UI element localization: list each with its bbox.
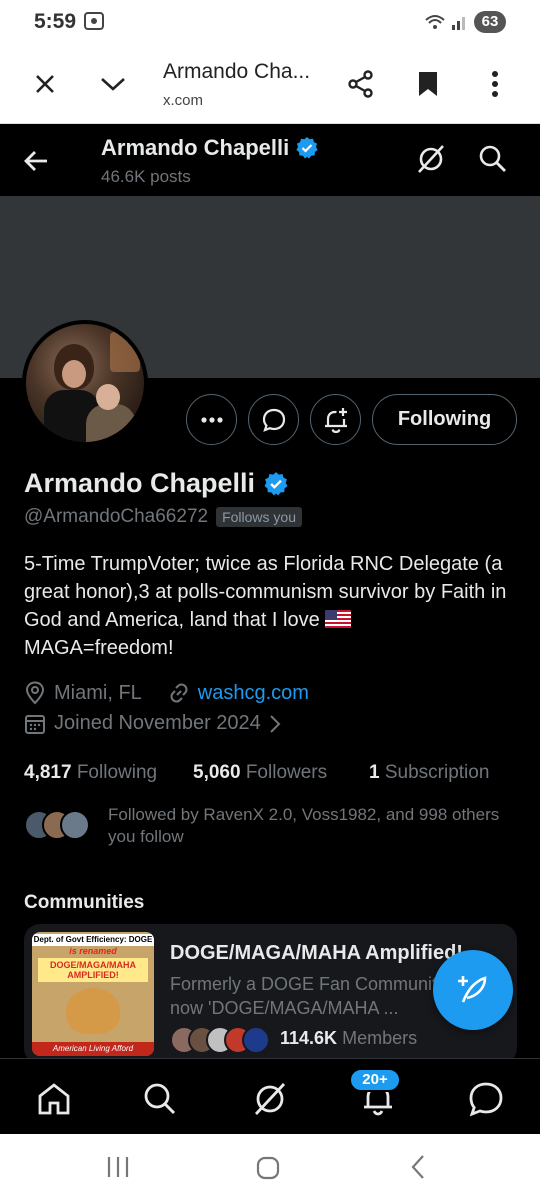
member-avatar xyxy=(242,1026,270,1054)
header-name-text: Armando Chapelli xyxy=(101,135,290,160)
calendar-icon xyxy=(25,714,45,734)
more-vertical-icon xyxy=(492,71,498,97)
back-button[interactable] xyxy=(20,144,54,178)
compose-post-button[interactable] xyxy=(433,950,513,1030)
more-actions-button[interactable] xyxy=(186,394,237,445)
followers-count: 5,060 xyxy=(193,762,241,783)
chat-bubble-icon xyxy=(469,1082,503,1117)
notify-button[interactable] xyxy=(310,394,361,445)
followed-by-text: Followed by RavenX 2.0, Voss1982, and 99… xyxy=(108,805,500,846)
link-icon xyxy=(170,683,188,703)
close-icon xyxy=(36,75,54,93)
minimize-tab-button[interactable] xyxy=(93,64,133,104)
message-button[interactable] xyxy=(248,394,299,445)
community-cover-image: Dept. of Govt Efficiency: DOGE is rename… xyxy=(32,932,154,1056)
share-button[interactable] xyxy=(341,64,381,104)
grok-icon xyxy=(418,145,444,173)
tab-url: x.com xyxy=(163,92,204,109)
battery-indicator: 63 xyxy=(474,11,506,33)
home-icon xyxy=(38,1083,70,1115)
us-flag-emoji xyxy=(325,610,352,628)
status-time: 5:59 xyxy=(34,10,77,33)
profile-name: Armando Chapelli xyxy=(24,468,289,499)
bookmark-icon xyxy=(419,72,437,96)
nav-search[interactable] xyxy=(140,1079,180,1119)
profile-avatar[interactable] xyxy=(22,320,148,446)
recent-apps-icon[interactable] xyxy=(106,1156,130,1178)
header-name: Armando Chapelli xyxy=(101,135,319,161)
cover-text: DOGE/MAGA/MAHA AMPLIFIED! xyxy=(38,958,148,982)
chevron-right-icon xyxy=(270,714,281,733)
post-count: 46.6K posts xyxy=(101,167,191,186)
subscription-count: 1 xyxy=(369,762,380,783)
browser-tab-bar: Armando Cha... x.com xyxy=(0,44,540,124)
cover-text: is renamed xyxy=(69,946,117,956)
following-stat[interactable]: 4,817 Following xyxy=(24,762,157,784)
grok-button[interactable] xyxy=(414,142,448,176)
verified-badge-icon[interactable] xyxy=(263,471,289,497)
members-label: Members xyxy=(342,1028,418,1048)
subscription-label: Subscription xyxy=(384,762,490,783)
home-button-icon[interactable] xyxy=(256,1156,280,1180)
profile-handle: @ArmandoCha66272 Follows you xyxy=(24,506,302,528)
nav-messages[interactable] xyxy=(466,1079,506,1119)
screen-record-icon xyxy=(84,12,104,30)
profile-top-bar: Armando Chapelli 46.6K posts xyxy=(0,124,540,196)
nav-home[interactable] xyxy=(34,1079,74,1119)
chat-bubble-icon xyxy=(262,408,285,432)
tab-title: Armando Cha... xyxy=(163,60,311,83)
notifications-badge: 20+ xyxy=(349,1068,401,1092)
followers-stat[interactable]: 5,060 Followers xyxy=(193,762,327,784)
follows-you-badge: Follows you xyxy=(216,507,302,527)
following-label: Following xyxy=(76,762,158,783)
nav-grok[interactable] xyxy=(250,1079,290,1119)
follower-avatar xyxy=(60,810,90,840)
more-horizontal-icon xyxy=(200,416,223,423)
system-navigation-bar xyxy=(0,1134,540,1200)
wifi-signal-icon xyxy=(425,15,465,30)
handle-text: @ArmandoCha66272 xyxy=(24,506,209,527)
verified-badge-icon xyxy=(296,137,318,159)
website-link[interactable]: washcg.com xyxy=(198,682,309,705)
joined-text: Joined November 2024 xyxy=(54,712,261,734)
communities-heading: Communities xyxy=(24,892,145,913)
profile-bio: 5-Time TrumpVoter; twice as Florida RNC … xyxy=(24,550,524,662)
cover-text: Dept. of Govt Efficiency: DOGE xyxy=(32,934,154,946)
bookmark-button[interactable] xyxy=(408,64,448,104)
status-bar: 5:59 63 xyxy=(0,0,540,44)
following-count: 4,817 xyxy=(24,762,72,783)
bio-text: 5-Time TrumpVoter; twice as Florida RNC … xyxy=(24,553,507,631)
profile-name-text: Armando Chapelli xyxy=(24,468,256,498)
profile-meta-row: Miami, FL washcg.com xyxy=(24,681,309,705)
joined-row[interactable]: Joined November 2024 xyxy=(24,712,281,735)
bio-text-2: MAGA=freedom! xyxy=(24,637,174,659)
doge-image xyxy=(66,988,120,1034)
members-count: 114.6K xyxy=(280,1028,338,1048)
arrow-left-icon xyxy=(24,151,47,171)
close-tab-button[interactable] xyxy=(25,64,65,104)
compose-feather-icon xyxy=(458,976,487,1003)
search-button[interactable] xyxy=(476,142,510,176)
more-options-button[interactable] xyxy=(475,64,515,104)
community-title: DOGE/MAGA/MAHA Amplified! xyxy=(170,942,463,964)
location-text: Miami, FL xyxy=(54,681,142,704)
grok-icon xyxy=(254,1083,286,1115)
chevron-down-icon xyxy=(101,78,125,91)
bell-plus-icon xyxy=(324,407,347,433)
location-pin-icon xyxy=(25,681,45,705)
bottom-navigation xyxy=(0,1058,540,1134)
share-icon xyxy=(348,70,373,98)
following-button[interactable]: Following xyxy=(372,394,517,445)
community-description: Formerly a DOGE Fan Community, now 'DOGE… xyxy=(170,974,450,1018)
cover-text: American Living Afford xyxy=(32,1042,154,1056)
search-icon xyxy=(479,145,506,172)
followers-label: Followers xyxy=(245,762,328,783)
system-back-icon[interactable] xyxy=(410,1154,426,1180)
subscription-stat[interactable]: 1 Subscription xyxy=(369,762,489,784)
search-icon xyxy=(144,1083,176,1115)
